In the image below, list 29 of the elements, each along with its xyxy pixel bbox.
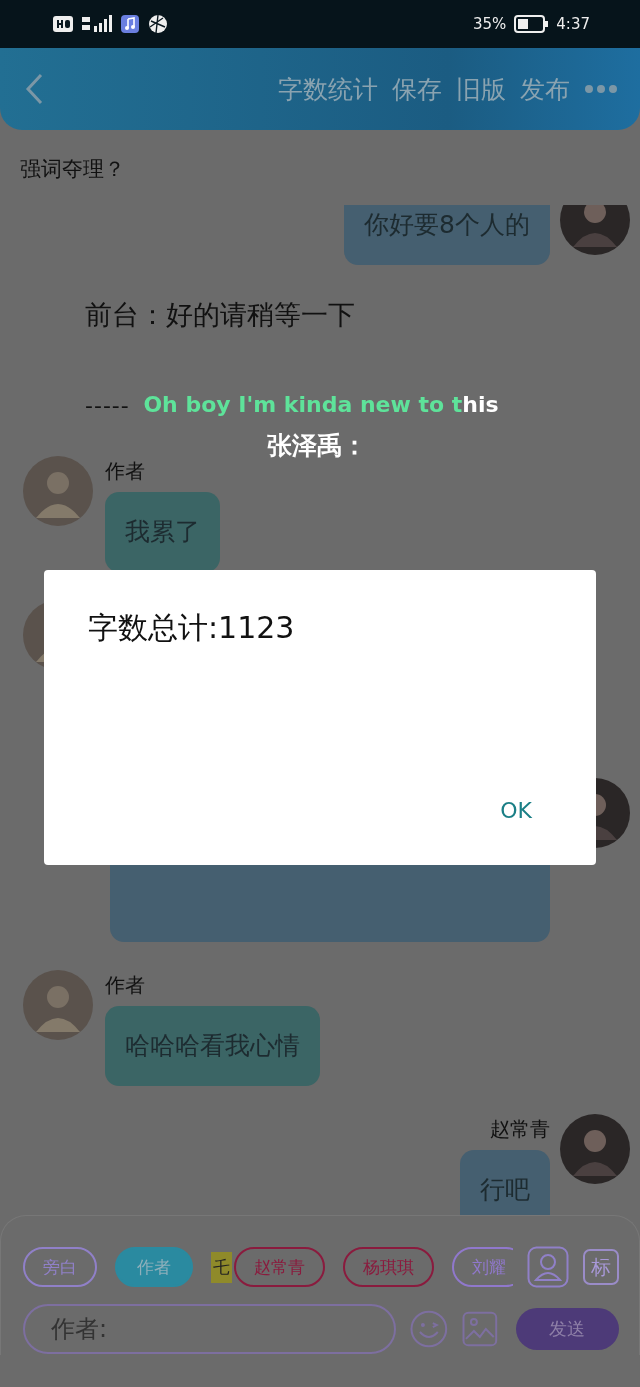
role-chip[interactable]: 杨琪琪	[343, 1247, 434, 1287]
caption-text: Oh boy I'm kinda new to this	[143, 392, 499, 417]
dialog-message: 字数总计:1123	[88, 609, 296, 647]
header-action[interactable]: 字数统计	[278, 72, 378, 106]
role-chip[interactable]: 赵常青	[234, 1247, 325, 1287]
header-action[interactable]: 旧版	[456, 72, 506, 106]
role-chip[interactable]: 刘耀	[452, 1247, 513, 1287]
message-bubble: 哈哈哈看我心情	[105, 1006, 320, 1086]
tag-button[interactable]: 标	[583, 1249, 619, 1285]
dashed-divider-text: -----	[85, 393, 130, 418]
message-bubble: 行吧	[460, 1150, 550, 1215]
role-chip[interactable]: 旁白	[23, 1247, 97, 1287]
message-bubble: 你好要8个人的	[344, 205, 550, 265]
clock: 4:37	[556, 15, 590, 33]
speaker-name: 赵常青	[490, 1116, 550, 1143]
header-action[interactable]: 保存	[392, 72, 442, 106]
story-title: 强词夺理？	[19, 156, 126, 183]
speaker-name: 作者	[105, 458, 146, 485]
narration-text: 前台：好的请稍等一下	[84, 298, 356, 332]
battery-percent: 35%	[472, 15, 507, 33]
highlight-tag: 乇	[211, 1251, 232, 1283]
message-bubble: 我累了	[105, 492, 220, 572]
message-input-field[interactable]: 作者:	[23, 1304, 397, 1354]
send-button[interactable]: 发送	[515, 1308, 619, 1350]
header-action[interactable]: 发布	[520, 72, 570, 106]
speaker-name: 作者	[105, 972, 146, 999]
ok-button[interactable]: OK	[500, 798, 532, 823]
caption-text: 张泽禹：	[267, 430, 367, 462]
role-chip[interactable]: 作者	[115, 1247, 193, 1287]
